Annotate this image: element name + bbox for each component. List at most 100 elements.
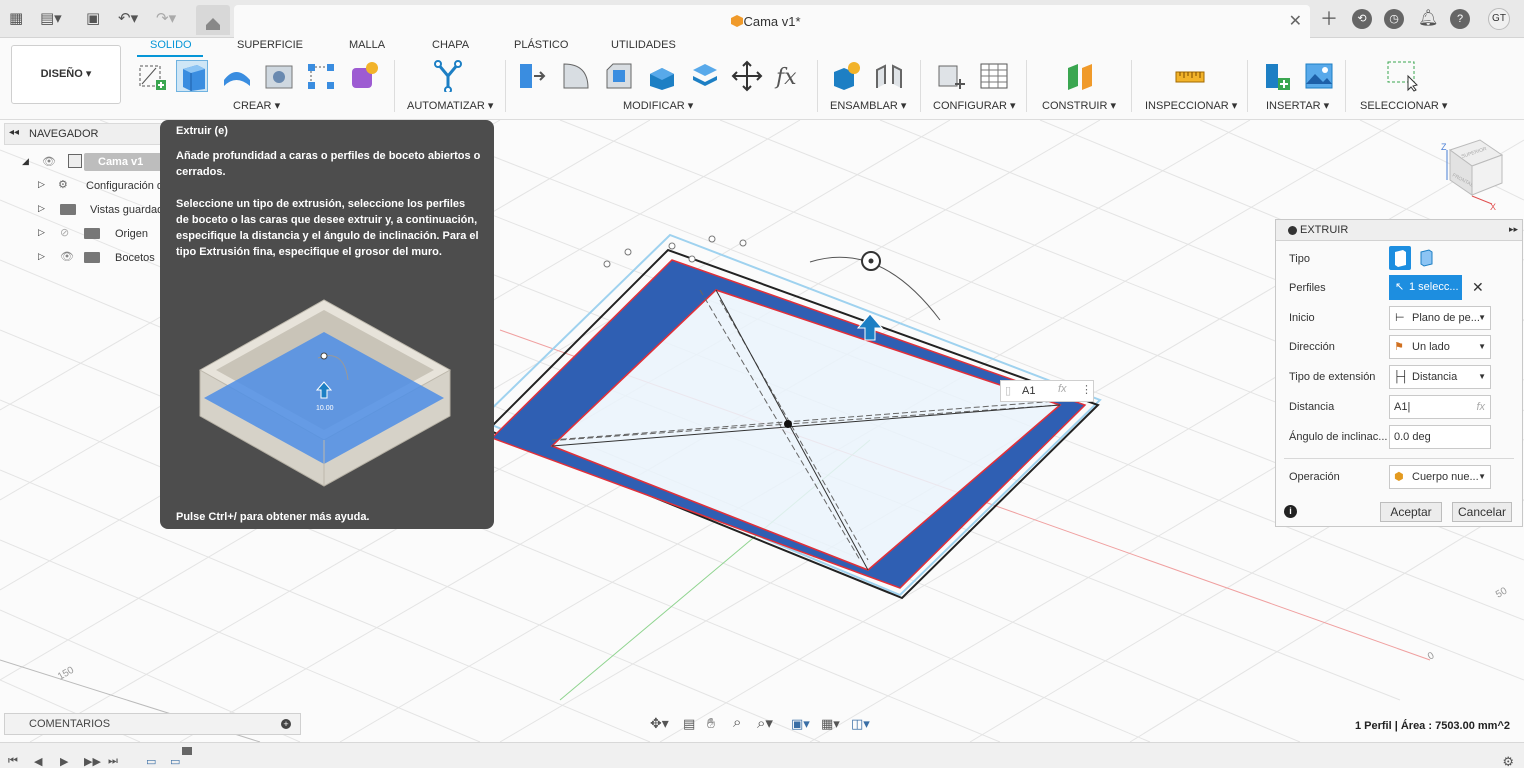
type-thin-extrude-icon[interactable] [1416,248,1436,268]
dialog-collapse-icon[interactable] [1288,226,1297,235]
display-settings-icon[interactable]: ▣▾ [791,716,810,732]
measure-icon[interactable] [1174,60,1206,92]
notifications-icon[interactable]: 🔔︎ [1418,9,1438,29]
tab-plastico[interactable]: PLÁSTICO [514,39,568,51]
apps-grid-icon[interactable]: ▦ [9,9,23,29]
visibility-eye-icon[interactable]: 👁︎ [42,155,56,168]
look-at-icon[interactable]: ▤ [683,716,695,732]
zoom-icon[interactable]: ⌕ [733,714,741,731]
expand-arrow-icon[interactable]: ▷ [38,179,45,190]
insert-derive-icon[interactable] [1262,60,1294,92]
tab-chapa[interactable]: CHAPA [432,39,469,51]
group-automatizar[interactable]: AUTOMATIZAR ▾ [407,99,493,112]
extensions-icon[interactable]: ⟲ [1352,9,1372,29]
chamfer-icon[interactable] [603,60,635,92]
parameters-icon[interactable]: fx [774,60,806,92]
view-cube[interactable]: Z X SUPERIOR FRONTAL [1441,139,1504,212]
tab-solido[interactable]: SOLIDO [150,39,192,51]
browser-item-bocetos[interactable]: ▷ 👁︎ Bocetos [36,248,160,268]
job-status-icon[interactable]: ◷ [1384,9,1404,29]
group-insertar[interactable]: INSERTAR ▾ [1266,99,1329,112]
tab-malla[interactable]: MALLA [349,39,385,51]
group-modificar[interactable]: MODIFICAR ▾ [623,99,693,112]
type-solid-button[interactable] [1389,246,1411,270]
expand-arrow-icon[interactable]: ◢ [22,156,29,167]
configuration-table-icon[interactable] [978,60,1010,92]
pan-hand-icon[interactable]: ✋︎ [707,715,715,732]
expand-dialog-icon[interactable]: ▸▸ [1509,224,1518,235]
close-tab-icon[interactable]: ✕ [1289,11,1302,31]
press-pull-icon[interactable] [516,60,548,92]
fx-icon[interactable]: fx [1058,383,1067,395]
expand-arrow-icon[interactable]: ▷ [38,227,45,238]
home-tab[interactable] [196,5,230,35]
operation-dropdown[interactable]: ⬢ Cuerpo nue... ▼ [1389,465,1491,489]
expand-arrow-icon[interactable]: ▷ [38,251,45,262]
construct-plane-icon[interactable] [1064,60,1096,92]
zoom-window-icon[interactable]: ⌕▾ [757,714,773,732]
orbit-icon[interactable]: ✥▾ [650,715,669,732]
add-comment-icon[interactable]: + [281,719,291,729]
extrude-button[interactable] [176,60,208,92]
timeline-sketch-feature-icon[interactable]: ▭ [170,755,180,768]
move-icon[interactable] [731,60,763,92]
user-avatar[interactable]: GT [1488,8,1510,30]
combine-icon[interactable] [689,60,721,92]
ok-button[interactable]: Aceptar [1380,502,1442,522]
timeline-next-icon[interactable]: ▶▶ [84,755,101,768]
group-crear[interactable]: CREAR ▾ [233,99,280,112]
timeline-first-icon[interactable]: ⏮ [8,755,18,768]
collapse-browser-icon[interactable]: ◂◂ [9,127,19,138]
browser-root[interactable]: ◢ 👁︎ Cama v1 [20,152,170,172]
extent-type-dropdown[interactable]: ├┤ Distancia ▼ [1389,365,1491,389]
file-menu-icon[interactable]: ▤▾ [40,9,62,29]
group-inspeccionar[interactable]: INSPECCIONAR ▾ [1145,99,1237,112]
automate-icon[interactable] [432,60,464,92]
timeline-prev-icon[interactable]: ◀ [34,755,42,768]
create-form-icon[interactable] [348,60,380,92]
workspace-switcher[interactable]: DISEÑO ▾ [11,45,121,104]
group-seleccionar[interactable]: SELECCIONAR ▾ [1360,99,1447,112]
group-configurar[interactable]: CONFIGURAR ▾ [933,99,1016,112]
help-icon[interactable]: ? [1450,9,1470,29]
configure-icon[interactable] [935,60,967,92]
shell-icon[interactable] [646,60,678,92]
hole-icon[interactable] [263,60,295,92]
taper-angle-input[interactable]: 0.0 deg [1389,425,1491,449]
expand-arrow-icon[interactable]: ▷ [38,203,45,214]
create-sketch-icon[interactable] [136,60,168,92]
info-icon[interactable]: i [1284,505,1297,518]
timeline-settings-icon[interactable]: ⚙ [1502,754,1514,768]
tab-utilidades[interactable]: UTILIDADES [611,39,676,51]
more-options-icon[interactable]: ⋮ [1081,383,1092,396]
distance-input[interactable]: A1| fx [1389,395,1491,419]
browser-item-configuracion[interactable]: ▷ ⚙ Configuración d [36,176,163,196]
hidden-eye-icon[interactable]: ⊘ [60,226,69,239]
undo-icon[interactable]: ↶▾ [118,9,138,29]
select-icon[interactable] [1386,60,1418,92]
comments-panel[interactable]: COMENTARIOS + [4,713,301,735]
distance-input-overlay[interactable]: ▯ A1 fx ⋮ [1000,380,1094,402]
browser-item-vistas[interactable]: ▷ Vistas guardad [36,200,163,220]
group-construir[interactable]: CONSTRUIR ▾ [1042,99,1116,112]
extrude-dialog-header[interactable]: EXTRUIR ▸▸ [1276,220,1522,241]
visibility-eye-icon[interactable]: 👁︎ [60,250,74,263]
viewports-icon[interactable]: ◫▾ [851,716,870,732]
redo-icon[interactable]: ↷▾ [156,9,176,29]
profiles-selection[interactable]: ↖ 1 selecc... [1389,275,1462,300]
fx-icon[interactable]: fx [1476,396,1485,418]
joint-icon[interactable] [873,60,905,92]
revolve-icon[interactable] [220,60,252,92]
browser-item-origen[interactable]: ▷ ⊘ Origen [36,224,160,244]
timeline-play-icon[interactable]: ▶ [60,755,68,768]
group-ensamblar[interactable]: ENSAMBLAR ▾ [830,99,906,112]
browser-header[interactable]: ◂◂ NAVEGADOR [4,123,164,145]
new-component-icon[interactable] [830,60,862,92]
save-icon[interactable]: ▣ [86,9,100,29]
timeline-last-icon[interactable]: ⏭ [108,755,118,768]
direction-dropdown[interactable]: ⚑ Un lado ▼ [1389,335,1491,359]
cancel-button[interactable]: Cancelar [1452,502,1512,522]
insert-canvas-icon[interactable] [1303,60,1335,92]
timeline-sketch-feature-icon[interactable]: ▭ [146,755,156,768]
grid-settings-icon[interactable]: ▦▾ [821,716,840,732]
